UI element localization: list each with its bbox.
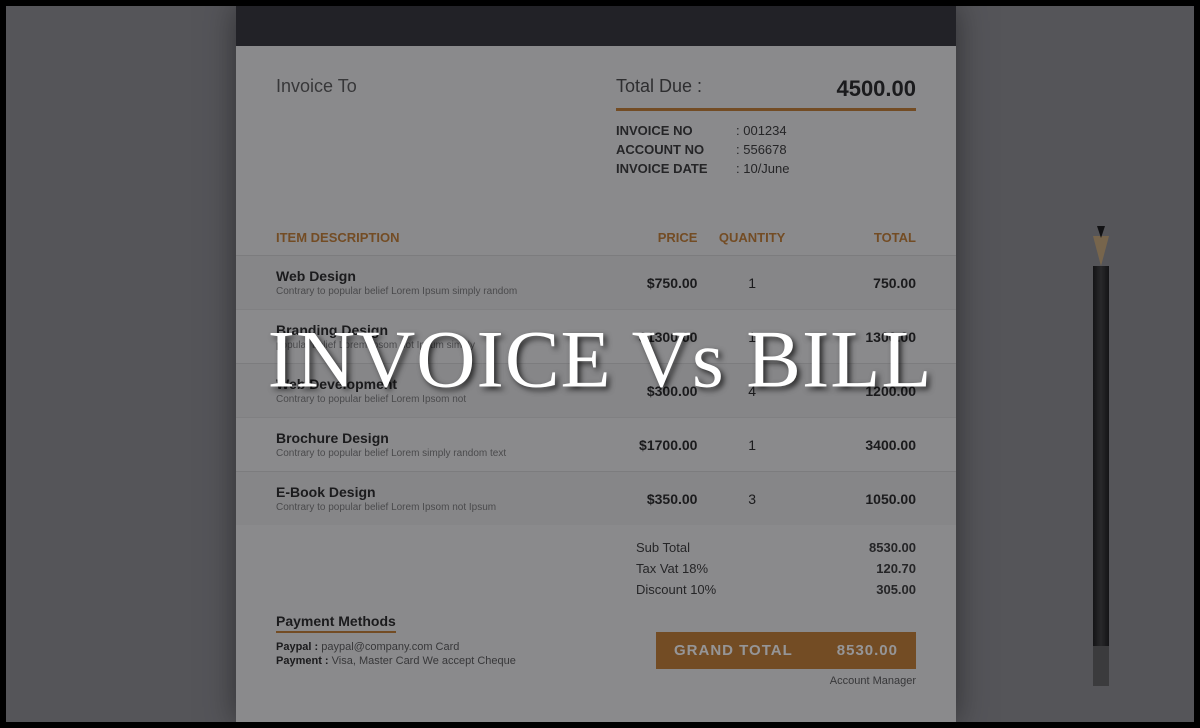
- item-total: 3400.00: [807, 437, 916, 453]
- scene-frame: Invoice To Total Due : 4500.00 INVOICE N…: [6, 6, 1194, 722]
- item-qty: 1: [697, 437, 806, 453]
- meta-row: INVOICE DATE10/June: [616, 161, 916, 176]
- meta-value: 001234: [736, 123, 787, 138]
- item-qty: 4: [697, 383, 806, 399]
- meta-row: INVOICE NO001234: [616, 123, 916, 138]
- summary-line: Tax Vat 18% 120.70: [636, 561, 916, 576]
- item-price: $750.00: [588, 275, 697, 291]
- grand-total-label: GRAND TOTAL: [674, 642, 793, 659]
- table-row: E-Book Design Contrary to popular belief …: [236, 471, 956, 525]
- item-price: $300.00: [588, 383, 697, 399]
- grand-total: GRAND TOTAL 8530.00: [656, 632, 916, 669]
- items-table: ITEM DESCRIPTION PRICE QUANTITY TOTAL We…: [236, 220, 956, 525]
- meta-key: INVOICE NO: [616, 123, 736, 138]
- summary-label: Discount 10%: [636, 582, 716, 597]
- item-subtitle: Contrary to popular belief Lorem Ipsum s…: [276, 286, 588, 297]
- summary-line: Sub Total 8530.00: [636, 540, 916, 555]
- pencil-icon: [1093, 236, 1109, 686]
- item-subtitle: Contrary to popular belief Lorem Ipsom n…: [276, 394, 588, 405]
- summary-value: 305.00: [876, 582, 916, 597]
- items-header: ITEM DESCRIPTION PRICE QUANTITY TOTAL: [236, 220, 956, 255]
- invoice-to-label: Invoice To: [276, 76, 357, 180]
- summary-value: 120.70: [876, 561, 916, 576]
- summary-line: Discount 10% 305.00: [636, 582, 916, 597]
- meta-value: 556678: [736, 142, 787, 157]
- meta-row: ACCOUNT NO556678: [616, 142, 916, 157]
- item-title: E-Book Design: [276, 484, 588, 500]
- item-price: $1300.00: [588, 329, 697, 345]
- col-qty: QUANTITY: [697, 230, 806, 245]
- item-subtitle: Contrary to popular belief Lorem simply …: [276, 448, 588, 459]
- item-price: $1700.00: [588, 437, 697, 453]
- item-total: 750.00: [807, 275, 916, 291]
- summary-value: 8530.00: [869, 540, 916, 555]
- payment-methods-title: Payment Methods: [276, 613, 396, 633]
- item-title: Web Development: [276, 376, 588, 392]
- summary-label: Sub Total: [636, 540, 690, 555]
- payment-line: Paypal : paypal@company.com Card: [276, 641, 516, 653]
- meta-value: 10/June: [736, 161, 790, 176]
- account-manager-label: Account Manager: [236, 669, 956, 687]
- item-title: Brochure Design: [276, 430, 588, 446]
- total-due-label: Total Due :: [616, 76, 702, 102]
- table-row: Web Development Contrary to popular belie…: [236, 363, 956, 417]
- total-due-value: 4500.00: [836, 76, 916, 102]
- table-row: Brochure Design Contrary to popular belie…: [236, 417, 956, 471]
- item-total: 1200.00: [807, 383, 916, 399]
- grand-total-value: 8530.00: [837, 642, 898, 659]
- item-total: 1050.00: [807, 491, 916, 507]
- item-title: Web Design: [276, 268, 588, 284]
- item-total: 1300.00: [807, 329, 916, 345]
- item-subtitle: Contrary to popular belief Lorem Ipsom n…: [276, 502, 588, 513]
- item-title: Branding Design: [276, 322, 588, 338]
- document-topbar: [236, 6, 956, 46]
- summary-label: Tax Vat 18%: [636, 561, 708, 576]
- invoice-document: Invoice To Total Due : 4500.00 INVOICE N…: [236, 6, 956, 722]
- item-qty: 1: [697, 329, 806, 345]
- table-row: Branding Design popular belief Lorem Ipso…: [236, 309, 956, 363]
- meta-key: ACCOUNT NO: [616, 142, 736, 157]
- item-qty: 1: [697, 275, 806, 291]
- total-due: Total Due : 4500.00: [616, 76, 916, 111]
- payment-line: Payment : Visa, Master Card We accept Ch…: [276, 655, 516, 667]
- item-qty: 3: [697, 491, 806, 507]
- item-price: $350.00: [588, 491, 697, 507]
- col-desc: ITEM DESCRIPTION: [276, 230, 588, 245]
- table-row: Web Design Contrary to popular belief Lor…: [236, 255, 956, 309]
- summary: Sub Total 8530.00 Tax Vat 18% 120.70 Discoun…: [236, 525, 956, 608]
- meta-key: INVOICE DATE: [616, 161, 736, 176]
- item-subtitle: popular belief Lorem Ipsom not Ipsum sim…: [276, 340, 588, 351]
- col-price: PRICE: [588, 230, 697, 245]
- header-right: Total Due : 4500.00 INVOICE NO001234ACCO…: [616, 76, 916, 180]
- col-total: TOTAL: [807, 230, 916, 245]
- payment-methods: Payment Methods Paypal : paypal@company.…: [276, 613, 516, 669]
